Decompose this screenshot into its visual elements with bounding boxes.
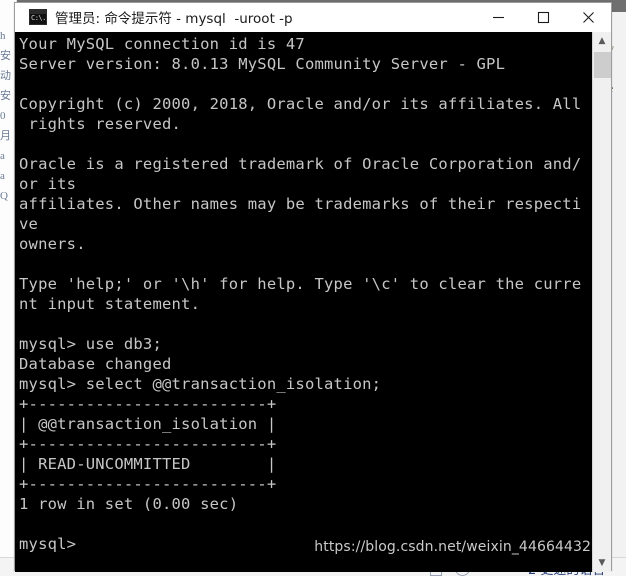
terminal-line: rights reserved. (19, 115, 182, 133)
terminal-line: | READ-UNCOMMITTED | (19, 455, 277, 473)
terminal-line: mysql> select @@transaction_isolation; (19, 375, 382, 393)
terminal-line: mysql> use db3; (19, 335, 162, 353)
scroll-down-arrow-icon[interactable]: ▼ (593, 554, 611, 572)
scroll-up-arrow-icon[interactable]: ▲ (593, 32, 611, 50)
terminal-line: +-------------------------+ (19, 435, 277, 453)
command-prompt-window: C:\. 管理员: 命令提示符 - mysql -uroot -p Your M… (14, 2, 612, 572)
vertical-scrollbar[interactable]: ▲ ▼ (592, 32, 611, 572)
terminal-line: Server version: 8.0.13 MySQL Community S… (19, 55, 506, 73)
terminal-line: | @@transaction_isolation | (19, 415, 277, 433)
scrollbar-thumb[interactable] (594, 52, 611, 78)
screenshot-root: h安动安0月aaQ vettt 2 更速的语言 C:\. 管理员: 命令提示符 … (0, 0, 626, 576)
maximize-icon (537, 11, 550, 23)
terminal-line: or its (19, 175, 77, 193)
window-titlebar[interactable]: C:\. 管理员: 命令提示符 - mysql -uroot -p (15, 3, 611, 32)
maximize-button[interactable] (521, 3, 566, 31)
watermark-text: https://blog.csdn.net/weixin_44664432 (314, 539, 591, 555)
terminal-line: affiliates. Other names may be trademark… (19, 195, 582, 213)
close-icon (583, 11, 594, 23)
console-icon: C:\. (29, 9, 47, 25)
terminal-line: +-------------------------+ (19, 475, 277, 493)
terminal-line: nt input statement. (19, 295, 201, 313)
window-controls (476, 3, 611, 31)
minimize-button[interactable] (476, 3, 521, 31)
terminal-line: Copyright (c) 2000, 2018, Oracle and/or … (19, 95, 582, 113)
console-icon-glyph: C:\. (31, 14, 46, 22)
terminal-line: 1 row in set (0.00 sec) (19, 495, 239, 513)
close-button[interactable] (566, 3, 611, 31)
terminal-output[interactable]: Your MySQL connection id is 47 Server ver… (15, 34, 592, 572)
terminal-line: owners. (19, 235, 86, 253)
terminal-line: Your MySQL connection id is 47 (19, 35, 305, 53)
terminal-line: Oracle is a registered trademark of Orac… (19, 155, 582, 173)
terminal-line: Database changed (19, 355, 172, 373)
terminal-line: +-------------------------+ (19, 395, 277, 413)
terminal-line: Type 'help;' or '\h' for help. Type '\c'… (19, 275, 582, 293)
minimize-icon (493, 16, 504, 18)
terminal-line: ve (19, 215, 39, 233)
terminal-area[interactable]: Your MySQL connection id is 47 Server ver… (15, 32, 611, 572)
window-title: 管理员: 命令提示符 - mysql -uroot -p (55, 11, 293, 27)
